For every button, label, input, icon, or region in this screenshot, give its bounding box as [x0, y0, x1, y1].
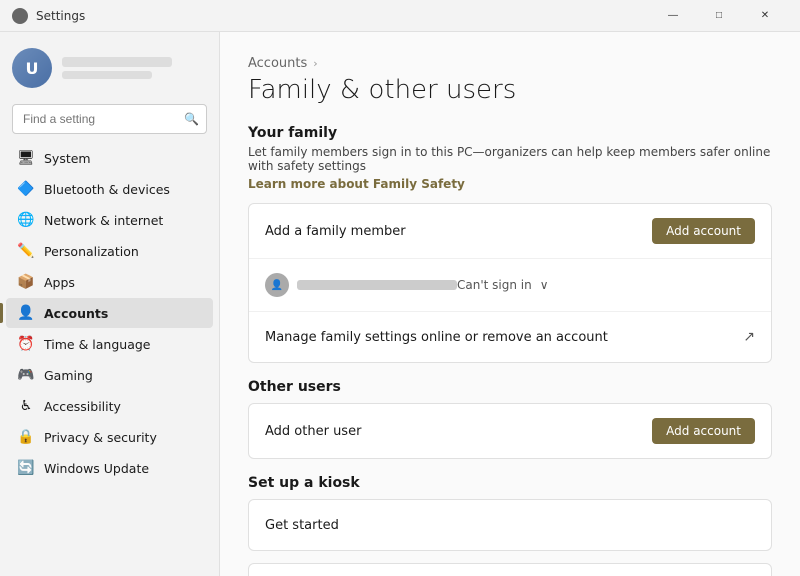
breadcrumb-arrow: › — [313, 57, 317, 70]
window-controls: — □ ✕ — [650, 0, 788, 32]
bluetooth-icon: 🔷 — [18, 181, 34, 197]
minimize-button[interactable]: — — [650, 0, 696, 32]
breadcrumb: Accounts › — [248, 56, 772, 71]
chevron-down-icon: ∨ — [540, 278, 549, 292]
page-title: Family & other users — [248, 75, 772, 105]
family-user-row: 👤 Can't sign in ∨ — [249, 259, 771, 312]
app-container: U 🔍 🖥 System 🔷 Bluetooth & devices 🌐 Network … — [0, 32, 800, 576]
add-account-button-1[interactable]: Add account — [652, 218, 755, 244]
sidebar-item-system[interactable]: 🖥 System — [6, 143, 213, 173]
other-users-card: Add other user Add account — [248, 403, 772, 459]
sidebar-item-accessibility[interactable]: ♿ Accessibility — [6, 391, 213, 421]
add-family-label: Add a family member — [265, 224, 652, 239]
titlebar-title: Settings — [36, 9, 650, 23]
learn-more-link[interactable]: Learn more about Family Safety — [248, 177, 465, 191]
external-link-icon: ↗ — [743, 329, 755, 345]
sidebar-label-accessibility: Accessibility — [44, 399, 201, 414]
main-content: Accounts › Family & other users Your fam… — [220, 32, 800, 576]
user-name — [62, 57, 172, 67]
nav-list: 🖥 System 🔷 Bluetooth & devices 🌐 Network & in… — [0, 142, 219, 484]
help-card: 🌐 Help from the web — [248, 563, 772, 576]
accessibility-icon: ♿ — [18, 398, 34, 414]
sidebar-label-personalization: Personalization — [44, 244, 201, 259]
sidebar-label-update: Windows Update — [44, 461, 201, 476]
sidebar-label-system: System — [44, 151, 201, 166]
sidebar-label-bluetooth: Bluetooth & devices — [44, 182, 201, 197]
add-other-user-row: Add other user Add account — [249, 404, 771, 458]
personalization-icon: ✏️ — [18, 243, 34, 259]
get-started-label: Get started — [265, 518, 755, 533]
sidebar: U 🔍 🖥 System 🔷 Bluetooth & devices 🌐 Network … — [0, 32, 220, 576]
breadcrumb-text: Accounts — [248, 56, 307, 71]
sidebar-label-accounts: Accounts — [44, 306, 201, 321]
cant-sign-in-text: Can't sign in — [457, 278, 532, 292]
sidebar-item-apps[interactable]: 📦 Apps — [6, 267, 213, 297]
sidebar-label-gaming: Gaming — [44, 368, 201, 383]
your-family-title: Your family — [248, 125, 772, 141]
maximize-button[interactable]: □ — [696, 0, 742, 32]
accounts-icon: 👤 — [18, 305, 34, 321]
family-user-info: 👤 — [265, 273, 457, 297]
sidebar-item-gaming[interactable]: 🎮 Gaming — [6, 360, 213, 390]
privacy-icon: 🔒 — [18, 429, 34, 445]
other-users-title: Other users — [248, 379, 772, 395]
time-icon: ⏰ — [18, 336, 34, 352]
family-user-email — [297, 280, 457, 290]
kiosk-title: Set up a kiosk — [248, 475, 772, 491]
get-started-row: Get started — [249, 500, 771, 550]
sidebar-item-accounts[interactable]: 👤 Accounts — [6, 298, 213, 328]
titlebar: Settings — □ ✕ — [0, 0, 800, 32]
apps-icon: 📦 — [18, 274, 34, 290]
sidebar-label-network: Network & internet — [44, 213, 201, 228]
sidebar-item-update[interactable]: 🔄 Windows Update — [6, 453, 213, 483]
sidebar-label-apps: Apps — [44, 275, 201, 290]
sidebar-item-time[interactable]: ⏰ Time & language — [6, 329, 213, 359]
your-family-subtitle: Let family members sign in to this PC—or… — [248, 145, 772, 173]
manage-family-row: Manage family settings online or remove … — [249, 312, 771, 362]
network-icon: 🌐 — [18, 212, 34, 228]
add-account-button-2[interactable]: Add account — [652, 418, 755, 444]
kiosk-card: Get started — [248, 499, 772, 551]
avatar: U — [12, 48, 52, 88]
sidebar-item-privacy[interactable]: 🔒 Privacy & security — [6, 422, 213, 452]
sidebar-label-privacy: Privacy & security — [44, 430, 201, 445]
help-from-web-row: 🌐 Help from the web — [249, 564, 771, 576]
close-button[interactable]: ✕ — [742, 0, 788, 32]
search-input[interactable] — [12, 104, 207, 134]
sidebar-label-time: Time & language — [44, 337, 201, 352]
sidebar-item-personalization[interactable]: ✏️ Personalization — [6, 236, 213, 266]
family-user-avatar: 👤 — [265, 273, 289, 297]
user-info — [62, 57, 172, 79]
family-card: Add a family member Add account 👤 Can't … — [248, 203, 772, 363]
search-icon: 🔍 — [184, 112, 199, 126]
app-icon — [12, 8, 28, 24]
add-other-user-label: Add other user — [265, 424, 652, 439]
user-profile: U — [0, 32, 219, 100]
update-icon: 🔄 — [18, 460, 34, 476]
search-box: 🔍 — [12, 104, 207, 134]
cant-sign-in-action[interactable]: Can't sign in ∨ — [457, 278, 549, 292]
system-icon: 🖥 — [18, 150, 34, 166]
sidebar-item-network[interactable]: 🌐 Network & internet — [6, 205, 213, 235]
user-email — [62, 71, 152, 79]
add-family-row: Add a family member Add account — [249, 204, 771, 259]
sidebar-item-bluetooth[interactable]: 🔷 Bluetooth & devices — [6, 174, 213, 204]
gaming-icon: 🎮 — [18, 367, 34, 383]
manage-family-label: Manage family settings online or remove … — [265, 330, 743, 345]
